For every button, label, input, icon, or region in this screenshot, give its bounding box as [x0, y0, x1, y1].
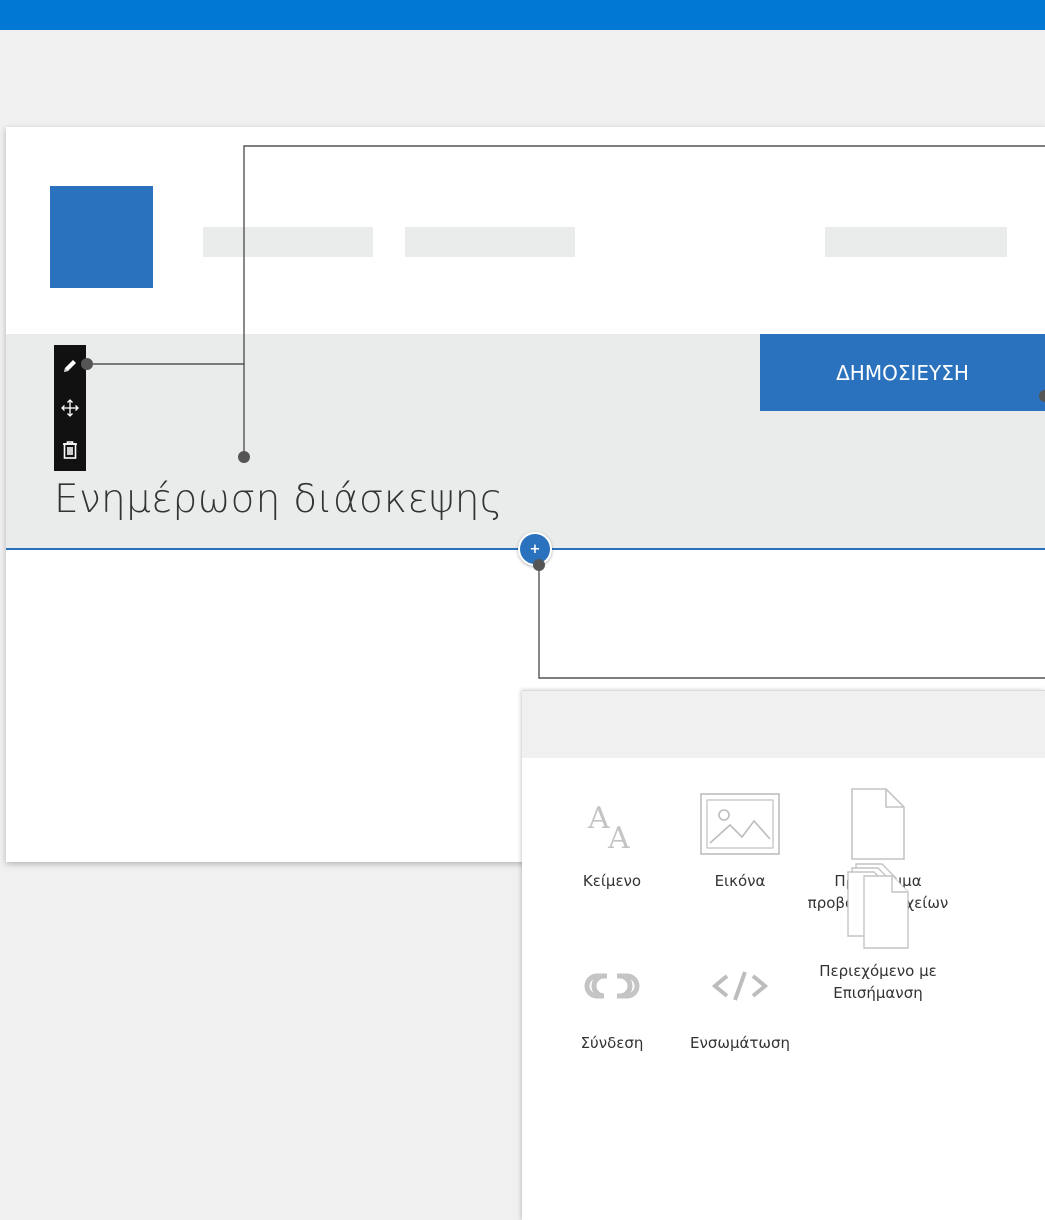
image-icon	[665, 786, 815, 862]
tool-label: Εικόνα	[714, 872, 766, 890]
pencil-icon[interactable]	[60, 356, 80, 376]
nav-placeholder	[405, 227, 575, 257]
webpart-toolbox: A A Κείμενο Εικόνα Πρόγραμμα προβολής αρ…	[522, 690, 1045, 1220]
app-top-bar	[0, 0, 1045, 30]
toolbox-header	[522, 690, 1045, 758]
tool-highlighted-content[interactable]: Περιεχόμενο με Επισήμανση	[803, 863, 953, 1004]
tool-embed[interactable]: Ενσωμάτωση	[665, 948, 815, 1054]
add-webpart-button[interactable]: +	[518, 532, 552, 566]
move-icon[interactable]	[60, 398, 80, 418]
tool-image[interactable]: Εικόνα	[665, 786, 815, 892]
nav-placeholder	[203, 227, 373, 257]
tool-label: Περιεχόμενο με Επισήμανση	[819, 962, 937, 1002]
page-title[interactable]: Ενημέρωση διάσκεψης	[54, 477, 503, 522]
document-icon	[803, 786, 953, 862]
tool-label: Ενσωμάτωση	[690, 1034, 790, 1052]
site-logo	[50, 186, 153, 288]
svg-text:A: A	[607, 821, 630, 854]
trash-icon[interactable]	[60, 440, 80, 460]
svg-text:A: A	[587, 801, 610, 836]
publish-button[interactable]: ΔΗΜΟΣΙΕΥΣΗ	[760, 334, 1045, 411]
section-toolbar	[54, 345, 86, 471]
documents-stack-icon	[803, 862, 953, 952]
nav-placeholder	[825, 227, 1007, 257]
embed-icon	[665, 948, 815, 1024]
